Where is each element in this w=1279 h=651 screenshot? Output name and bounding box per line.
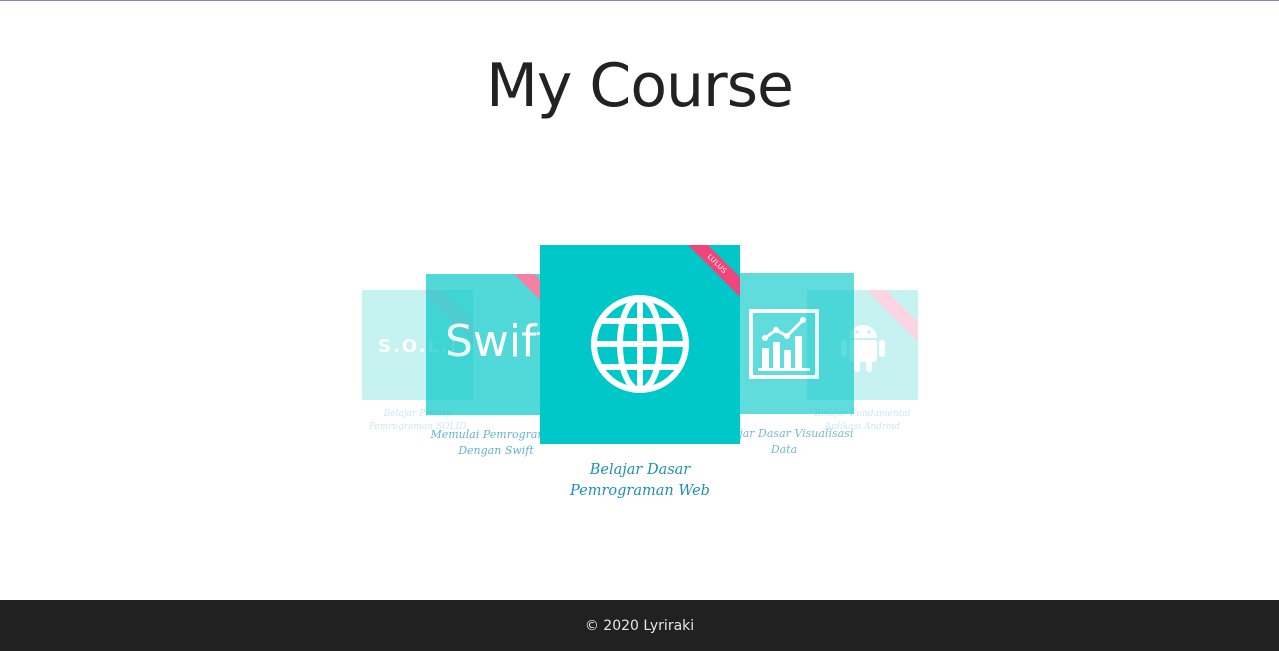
- lulus-ribbon: LULUS: [680, 245, 740, 305]
- course-thumbnail[interactable]: LULUS: [540, 245, 740, 444]
- course-carousel[interactable]: S.O.L.I Belajar Prinsip Pemrograman SOLI…: [0, 0, 1279, 600]
- footer: © 2020 Lyriraki: [0, 600, 1279, 651]
- course-caption[interactable]: Belajar Dasar Pemrograman Web: [540, 460, 740, 502]
- copyright-text: © 2020 Lyriraki: [584, 617, 695, 634]
- status-ribbon: [858, 290, 918, 350]
- bar-chart-icon: [749, 309, 819, 379]
- globe-icon: [591, 295, 689, 393]
